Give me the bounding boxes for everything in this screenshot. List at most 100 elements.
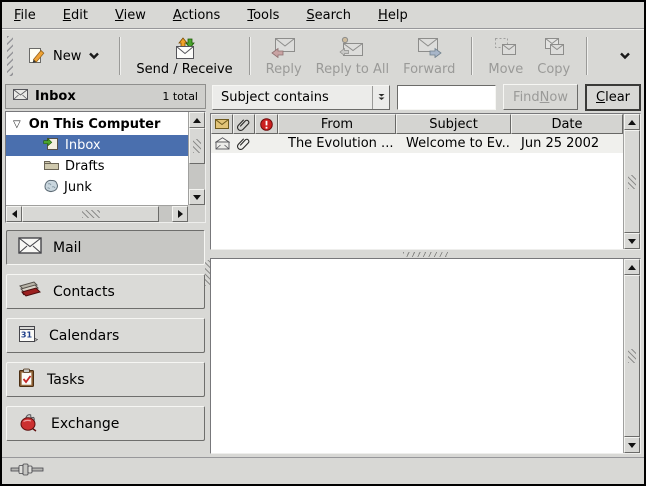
inbox-tray-icon	[43, 136, 60, 155]
column-from[interactable]: From	[278, 114, 396, 134]
tree-item-junk[interactable]: Junk	[6, 177, 188, 198]
message-from: The Evolution ...	[278, 136, 396, 151]
scrollbar-thumb[interactable]	[624, 130, 640, 233]
column-attachment[interactable]	[233, 114, 255, 134]
message-list-table: From Subject Date	[211, 114, 623, 249]
message-list-vscrollbar	[623, 114, 640, 249]
send-receive-button[interactable]: Send / Receive	[129, 33, 239, 79]
reply-button[interactable]: Reply	[259, 33, 309, 79]
tree-item-drafts[interactable]: Drafts	[6, 156, 188, 177]
envelope-column-icon	[215, 119, 229, 129]
menu-search[interactable]: Search	[306, 8, 351, 23]
scroll-up-button[interactable]	[624, 114, 640, 130]
shortcut-label: Mail	[53, 240, 81, 256]
new-button[interactable]: New	[18, 45, 110, 67]
scrollbar-thumb[interactable]	[22, 206, 159, 222]
scroll-down-button[interactable]	[624, 437, 640, 453]
scroll-down-button[interactable]	[189, 189, 205, 205]
scroll-up-button[interactable]	[189, 112, 205, 128]
copy-button[interactable]: Copy	[530, 33, 577, 79]
scroll-left-button[interactable]	[6, 206, 22, 222]
online-status-connector-icon[interactable]	[10, 463, 44, 480]
forward-label: Forward	[403, 62, 455, 77]
mail-icon	[18, 237, 42, 258]
shortcut-label: Tasks	[47, 372, 85, 388]
junk-icon	[43, 179, 59, 197]
move-button[interactable]: Move	[481, 33, 530, 79]
toolbar-separator	[471, 37, 472, 75]
toolbar-separator	[119, 37, 120, 75]
shortcut-exchange-button[interactable]: Exchange	[6, 406, 205, 441]
tasks-clipboard-icon	[18, 368, 36, 392]
folder-tree-rows: ▽ On This Computer Inbox	[6, 112, 188, 205]
sidebar: Inbox 1 total ▽ On This Computer	[5, 84, 206, 454]
reply-to-all-label: Reply to All	[316, 62, 389, 77]
scrollbar-track[interactable]	[189, 164, 205, 189]
clear-button[interactable]: Clear	[585, 84, 641, 111]
reply-label: Reply	[266, 62, 302, 77]
message-date: Jun 25 2002	[511, 136, 623, 151]
toolbar-overflow-button[interactable]	[614, 41, 636, 71]
status-bar	[2, 457, 644, 484]
forward-button[interactable]: Forward	[396, 33, 462, 79]
send-receive-label: Send / Receive	[136, 62, 232, 77]
scroll-right-button[interactable]	[172, 206, 188, 222]
column-status[interactable]	[211, 114, 233, 134]
column-from-label: From	[321, 117, 353, 132]
attachment-paperclip-icon	[233, 137, 255, 150]
tree-item-label: Junk	[64, 180, 92, 195]
scrollbar-thumb[interactable]	[624, 275, 640, 437]
find-now-button[interactable]: Find Now	[503, 84, 578, 110]
move-message-icon	[493, 35, 519, 59]
scroll-up-button[interactable]	[624, 259, 640, 275]
dropdown-arrow-icon	[372, 86, 389, 109]
important-column-icon	[260, 118, 273, 131]
message-list: From Subject Date	[210, 113, 641, 250]
expander-triangle-icon[interactable]: ▽	[13, 120, 21, 130]
menu-edit[interactable]: Edit	[63, 8, 88, 23]
column-subject-label: Subject	[429, 117, 478, 132]
menu-file[interactable]: File	[14, 8, 36, 23]
scrollbar-corner	[188, 205, 205, 222]
calendar-icon: 31	[18, 324, 38, 347]
reply-to-all-icon	[339, 35, 365, 59]
forward-icon	[416, 35, 442, 59]
menu-actions[interactable]: Actions	[173, 8, 221, 23]
column-date-label: Date	[551, 117, 582, 132]
column-date[interactable]: Date	[511, 114, 623, 134]
scroll-down-button[interactable]	[624, 233, 640, 249]
paperclip-column-icon	[237, 118, 251, 131]
shortcut-mail-button[interactable]: Mail	[6, 230, 205, 265]
menu-help[interactable]: Help	[378, 8, 408, 23]
search-criteria-dropdown[interactable]: Subject contains	[212, 85, 390, 110]
preview-vscrollbar	[623, 259, 640, 453]
column-subject[interactable]: Subject	[396, 114, 511, 134]
toolbar: New Send / Receive	[2, 30, 644, 82]
toolbar-separator	[586, 37, 587, 75]
search-input[interactable]	[397, 85, 496, 110]
shortcut-contacts-button[interactable]: Contacts	[6, 274, 205, 309]
menu-tools[interactable]: Tools	[247, 8, 279, 23]
toolbar-separator	[249, 37, 250, 75]
message-list-empty-area	[211, 153, 623, 249]
reply-to-all-button[interactable]: Reply to All	[309, 33, 396, 79]
chevron-down-icon[interactable]	[88, 52, 100, 60]
shortcut-label: Contacts	[53, 284, 115, 300]
shortcut-tasks-button[interactable]: Tasks	[6, 362, 205, 397]
inbox-envelope-icon	[13, 89, 28, 104]
reply-icon	[271, 35, 297, 59]
preview-splitter[interactable]	[210, 250, 641, 258]
pane-splitter-vertical[interactable]	[205, 260, 210, 286]
message-subject: Welcome to Ev...	[396, 136, 511, 151]
toolbar-drag-handle[interactable]	[7, 36, 13, 76]
tree-item-on-this-computer[interactable]: ▽ On This Computer	[6, 114, 188, 135]
shortcut-label: Calendars	[49, 328, 119, 344]
message-row[interactable]: The Evolution ... Welcome to Ev... Jun 2…	[211, 134, 623, 153]
tree-item-label: Drafts	[65, 159, 105, 174]
column-important[interactable]	[255, 114, 278, 134]
menu-view[interactable]: View	[115, 8, 146, 23]
scrollbar-track[interactable]	[159, 206, 172, 222]
shortcut-calendars-button[interactable]: 31 Calendars	[6, 318, 205, 353]
scrollbar-thumb[interactable]	[189, 128, 205, 164]
tree-item-inbox[interactable]: Inbox	[6, 135, 188, 156]
